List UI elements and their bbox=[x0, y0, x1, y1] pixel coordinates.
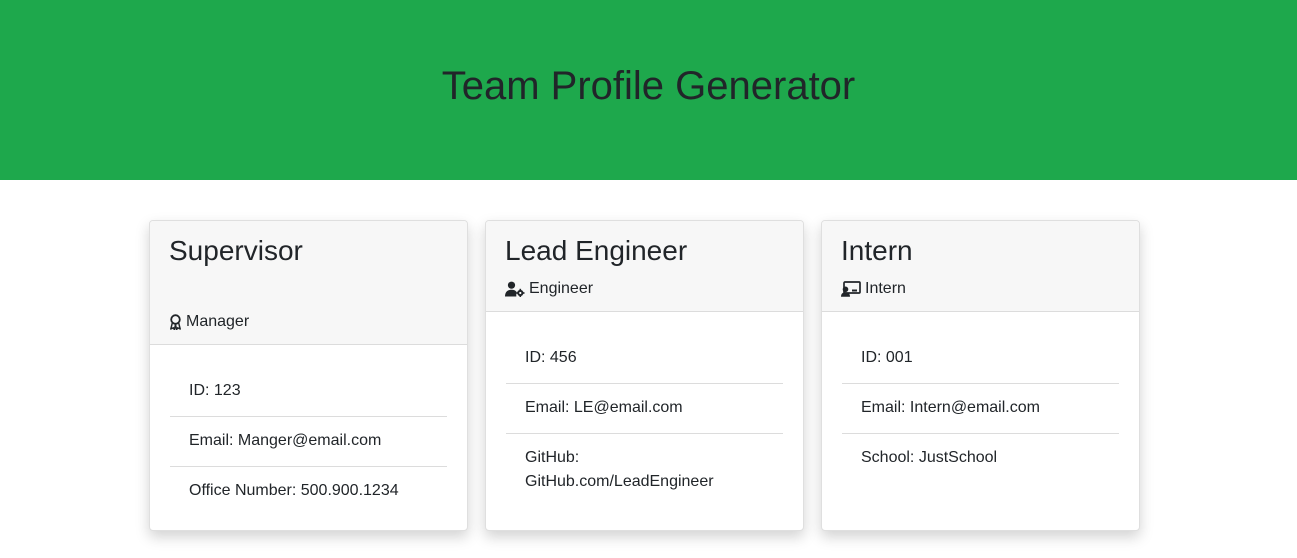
detail-email: Email: Manger@email.com bbox=[170, 417, 447, 467]
detail-email: Email: Intern@email.com bbox=[842, 384, 1119, 434]
student-board-icon bbox=[841, 281, 861, 297]
detail-id: ID: 456 bbox=[506, 334, 783, 384]
card-header: Lead Engineer Engineer bbox=[486, 221, 803, 312]
employee-role: Intern bbox=[841, 279, 906, 299]
employee-name: Lead Engineer bbox=[505, 235, 688, 266]
employee-name: Supervisor bbox=[169, 235, 303, 266]
employee-card-engineer: Lead Engineer Engineer ID: 456 Email: LE… bbox=[485, 220, 804, 531]
employee-card-intern: Intern Intern ID: 001 Email: Intern@emai… bbox=[821, 220, 1140, 531]
detail-office-number: Office Number: 500.900.1234 bbox=[189, 482, 399, 499]
detail-id: ID: 123 bbox=[170, 367, 447, 417]
page-title: Team Profile Generator bbox=[441, 64, 856, 108]
card-body: ID: 001 Email: Intern@email.com School: … bbox=[822, 312, 1139, 483]
award-icon bbox=[170, 314, 181, 330]
role-label: Intern bbox=[865, 280, 906, 297]
detail-id: ID: 001 bbox=[842, 334, 1119, 384]
card-body: ID: 456 Email: LE@email.com GitHub: GitH… bbox=[486, 312, 803, 507]
card-header: Supervisor Manager bbox=[150, 221, 467, 345]
card-header: Intern Intern bbox=[822, 221, 1139, 312]
card-body: ID: 123 Email: Manger@email.com Office N… bbox=[150, 345, 467, 516]
employee-name: Intern bbox=[841, 235, 913, 266]
detail-email: Email: LE@email.com bbox=[506, 384, 783, 434]
detail-school: School: JustSchool bbox=[861, 449, 998, 466]
page-header: Team Profile Generator bbox=[0, 0, 1297, 180]
employee-card-manager: Supervisor Manager ID: 123 Email: Manger… bbox=[149, 220, 468, 531]
role-label: Manager bbox=[186, 313, 250, 330]
detail-github: GitHub: GitHub.com/LeadEngineer bbox=[525, 449, 714, 490]
role-label: Engineer bbox=[529, 280, 594, 297]
employee-role: Manager bbox=[169, 312, 249, 332]
user-gear-icon bbox=[505, 281, 525, 297]
employee-role: Engineer bbox=[505, 279, 593, 299]
